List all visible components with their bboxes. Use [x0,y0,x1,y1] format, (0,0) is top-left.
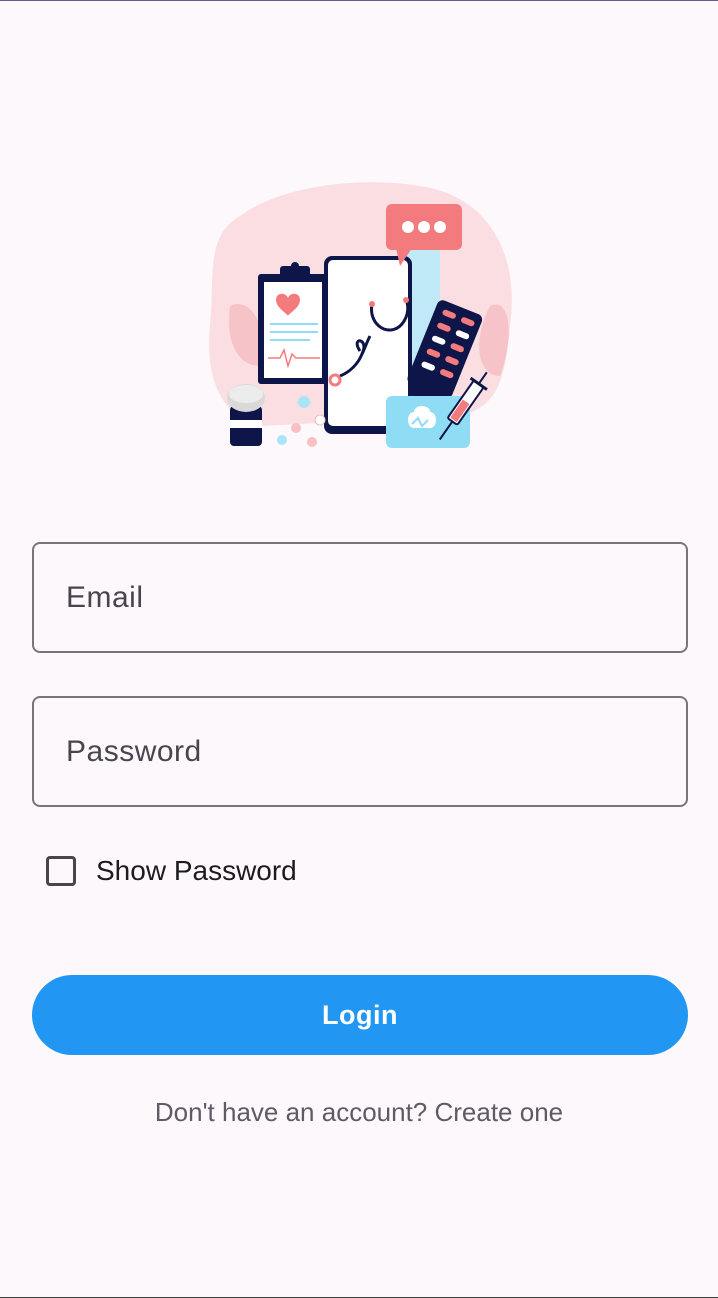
login-button[interactable]: Login [32,975,688,1055]
password-input[interactable] [34,698,686,805]
password-field[interactable] [32,696,688,807]
pill-jar-icon [227,384,265,446]
create-account-link[interactable]: Don't have an account? Create one [0,1097,718,1128]
medical-illustration [209,182,512,448]
show-password-toggle[interactable]: Show Password [46,853,297,889]
clipboard-icon [258,262,328,384]
email-field[interactable] [32,542,688,653]
show-password-label: Show Password [96,855,297,886]
show-password-checkbox[interactable] [46,856,76,886]
email-input[interactable] [34,544,686,651]
